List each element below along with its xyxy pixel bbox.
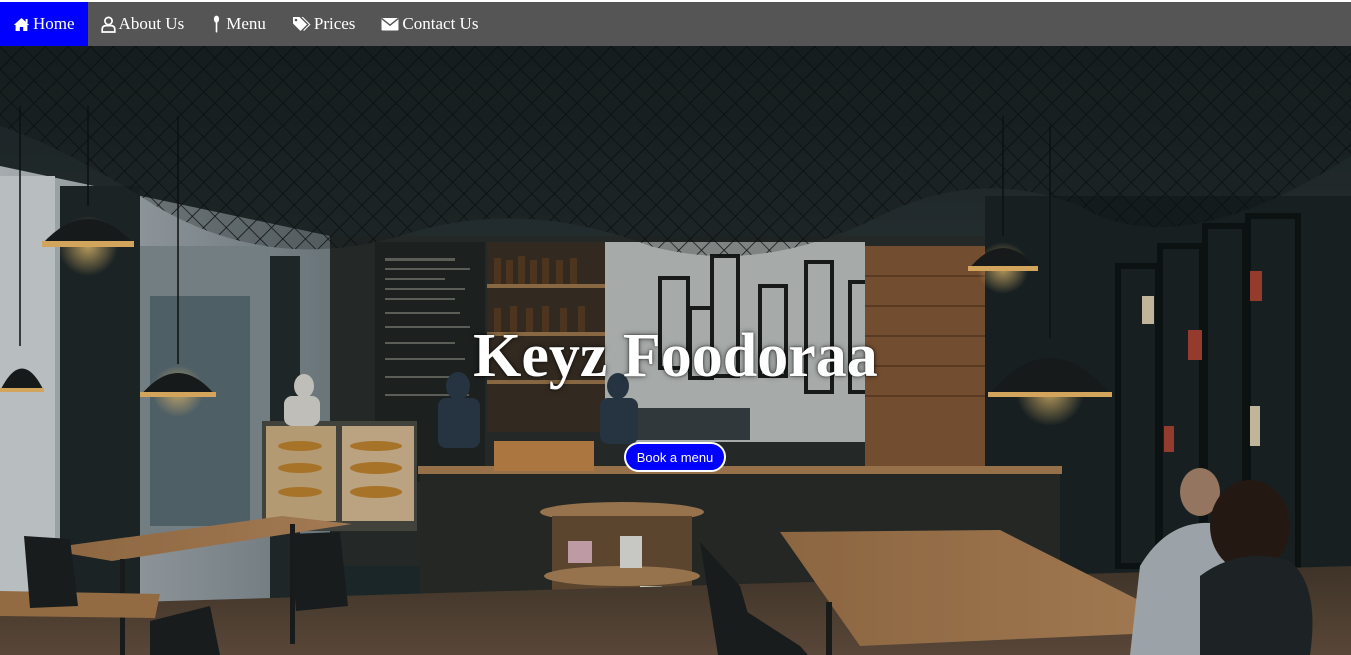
spoon-icon	[210, 15, 226, 33]
tags-icon	[292, 16, 314, 32]
page: Home About Us Menu Prices Contact Us Key…	[0, 0, 1351, 655]
book-menu-button[interactable]: Book a menu	[624, 442, 726, 472]
nav-item-menu[interactable]: Menu	[197, 2, 279, 46]
hero-title: Keyz Foodoraa	[473, 322, 878, 390]
home-icon	[13, 17, 33, 32]
nav-item-label: Home	[33, 14, 75, 33]
nav-item-label: Prices	[313, 14, 356, 33]
hero-banner: Keyz Foodoraa Book a menu	[0, 46, 1351, 655]
nav-item-prices[interactable]: Prices	[279, 2, 369, 46]
top-navbar: Home About Us Menu Prices Contact Us	[0, 2, 1351, 46]
nav-item-label: Contact Us	[402, 14, 479, 33]
nav-item-contact-us[interactable]: Contact Us	[368, 2, 491, 46]
nav-item-label: Menu	[226, 14, 266, 33]
nav-item-label: About Us	[118, 14, 185, 33]
nav-item-home[interactable]: Home	[0, 2, 88, 46]
user-icon	[100, 16, 119, 33]
envelope-icon	[381, 17, 402, 31]
nav-item-about-us[interactable]: About Us	[88, 2, 198, 46]
